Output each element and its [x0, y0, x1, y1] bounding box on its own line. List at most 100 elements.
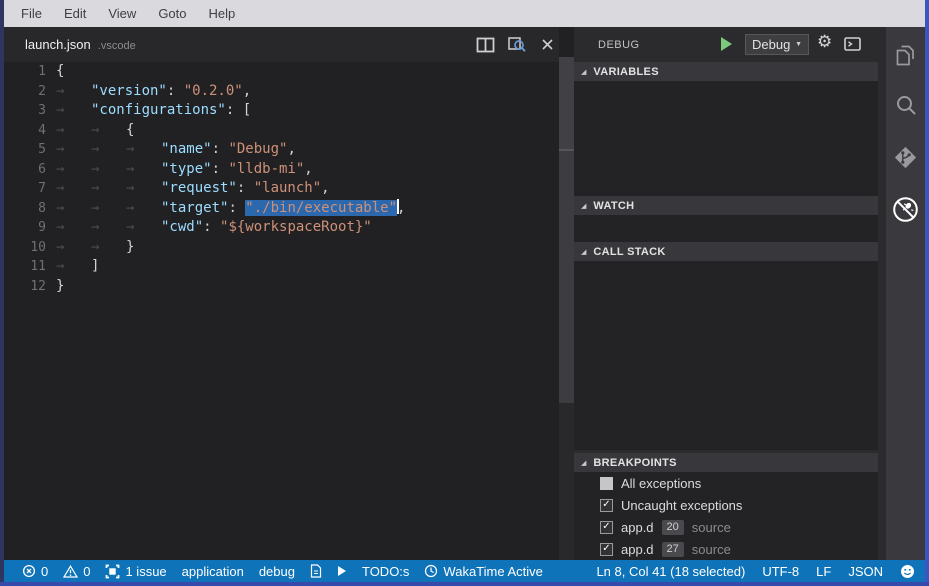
expand-triangle-icon: ◢ [581, 459, 586, 467]
code-line[interactable]: 4→→{ [4, 121, 559, 141]
activity-files-icon[interactable] [886, 33, 925, 77]
debug-console-icon[interactable] [844, 37, 861, 54]
breakpoint-checkbox[interactable] [600, 477, 613, 490]
breakpoint-row[interactable]: All exceptions [574, 472, 878, 494]
code-line[interactable]: 12} [4, 277, 559, 297]
status-item-debug[interactable]: debug [259, 564, 295, 579]
menu-item-file[interactable]: File [10, 6, 53, 21]
status-bar-left: 00 1 issue application debug TODO:s WakaTime … [22, 564, 543, 579]
status-item-utf-8[interactable]: UTF-8 [762, 564, 799, 579]
menu-item-edit[interactable]: Edit [53, 6, 97, 21]
menu-item-view[interactable]: View [97, 6, 147, 21]
code-text: →→→"request": "launch", [54, 179, 330, 199]
code-line[interactable]: 1{ [4, 62, 559, 82]
section-label: CALL STACK [593, 246, 665, 258]
code-token: "type" [161, 161, 212, 177]
status-item-json[interactable]: JSON [848, 564, 883, 579]
call-stack-content [574, 261, 878, 450]
tab-whitespace-icon: → [126, 218, 161, 238]
tab-whitespace-icon: → [91, 179, 126, 199]
scrollbar-thumb[interactable] [559, 57, 574, 151]
activity-git-icon[interactable] [886, 135, 925, 179]
line-number: 7 [4, 179, 54, 199]
expand-triangle-icon: ◢ [581, 68, 586, 76]
breakpoint-checkbox[interactable]: ✓ [600, 543, 613, 556]
scrollbar-track[interactable] [559, 151, 574, 403]
close-icon[interactable] [537, 38, 557, 51]
tab-actions [475, 27, 557, 62]
code-token: "lldb-mi" [228, 161, 304, 177]
breakpoint-hint: source [692, 542, 731, 557]
error-icon [22, 564, 36, 578]
line-number: 8 [4, 199, 54, 219]
issues-icon [105, 564, 120, 579]
tab-whitespace-icon: → [91, 199, 126, 219]
status-item[interactable] [310, 564, 322, 578]
status-item[interactable] [900, 564, 915, 579]
tab-whitespace-icon: → [126, 160, 161, 180]
split-editor-icon[interactable] [475, 37, 495, 53]
status-item[interactable] [337, 565, 347, 577]
code-token: : [203, 219, 220, 235]
status-item-lf[interactable]: LF [816, 564, 831, 579]
status-text: TODO:s [362, 564, 409, 579]
line-number: 9 [4, 218, 54, 238]
status-item-0[interactable]: 0 [63, 564, 90, 579]
code-line[interactable]: 9→→→"cwd": "${workspaceRoot}" [4, 218, 559, 238]
code-token: , [287, 141, 295, 157]
code-line[interactable]: 11→] [4, 257, 559, 277]
line-number: 4 [4, 121, 54, 141]
tab-whitespace-icon: → [56, 257, 91, 277]
code-line[interactable]: 2→"version": "0.2.0", [4, 82, 559, 102]
panel-title: DEBUG [598, 39, 640, 51]
code-editor[interactable]: 1{2→"version": "0.2.0",3→"configurations… [4, 62, 559, 560]
code-token: "cwd" [161, 219, 203, 235]
menu-item-goto[interactable]: Goto [147, 6, 197, 21]
status-item-0[interactable]: 0 [22, 564, 48, 579]
editor-scrollbar[interactable] [559, 57, 574, 560]
code-line[interactable]: 7→→→"request": "launch", [4, 179, 559, 199]
section-header-variables[interactable]: ◢ VARIABLES [574, 62, 878, 81]
tab-launch-json[interactable]: launch.json .vscode [25, 27, 136, 62]
code-token: "Debug" [228, 141, 287, 157]
tab-whitespace-icon: → [56, 121, 91, 141]
code-line[interactable]: 3→"configurations": [ [4, 101, 559, 121]
tab-whitespace-icon: → [91, 218, 126, 238]
code-text: →→→"cwd": "${workspaceRoot}" [54, 218, 372, 238]
tab-whitespace-icon: → [91, 121, 126, 141]
smiley-icon [900, 564, 915, 579]
breakpoint-row[interactable]: ✓Uncaught exceptions [574, 494, 878, 516]
gear-icon[interactable]: ⚙ [817, 32, 832, 52]
vscode-window: FileEditViewGotoHelp launch.json .vscode… [0, 0, 929, 586]
tab-whitespace-icon: → [56, 179, 91, 199]
code-text: } [54, 277, 64, 297]
activity-debug-icon[interactable] [886, 187, 925, 231]
status-item-1-issue[interactable]: 1 issue [105, 564, 166, 579]
breakpoint-row[interactable]: ✓app.d20source [574, 516, 878, 538]
watch-content [574, 215, 878, 242]
status-item-wakatime-active[interactable]: WakaTime Active [424, 564, 542, 579]
section-header-watch[interactable]: ◢ WATCH [574, 196, 878, 215]
breakpoint-checkbox[interactable]: ✓ [600, 521, 613, 534]
tab-whitespace-icon: → [56, 140, 91, 160]
debug-config-dropdown[interactable]: Debug ▼ [745, 34, 809, 55]
run-play-icon[interactable] [720, 36, 733, 55]
tab-whitespace-icon: → [91, 238, 126, 258]
status-item-todo-s[interactable]: TODO:s [362, 564, 409, 579]
code-text: →] [54, 257, 99, 277]
breakpoint-checkbox[interactable]: ✓ [600, 499, 613, 512]
activity-search-icon[interactable] [886, 83, 925, 127]
code-line[interactable]: 5→→→"name": "Debug", [4, 140, 559, 160]
status-item-ln-8-col-41-18-selected-[interactable]: Ln 8, Col 41 (18 selected) [596, 564, 745, 579]
open-preview-icon[interactable] [506, 36, 526, 53]
code-line[interactable]: 6→→→"type": "lldb-mi", [4, 160, 559, 180]
code-line[interactable]: 8→→→"target": "./bin/executable", [4, 199, 559, 219]
section-header-breakpoints[interactable]: ◢ BREAKPOINTS [574, 453, 878, 472]
section-header-call-stack[interactable]: ◢ CALL STACK [574, 242, 878, 261]
line-number: 2 [4, 82, 54, 102]
code-line[interactable]: 10→→} [4, 238, 559, 258]
status-text: LF [816, 564, 831, 579]
status-item-application[interactable]: application [182, 564, 244, 579]
breakpoint-row[interactable]: ✓app.d27source [574, 538, 878, 560]
menu-item-help[interactable]: Help [198, 6, 247, 21]
